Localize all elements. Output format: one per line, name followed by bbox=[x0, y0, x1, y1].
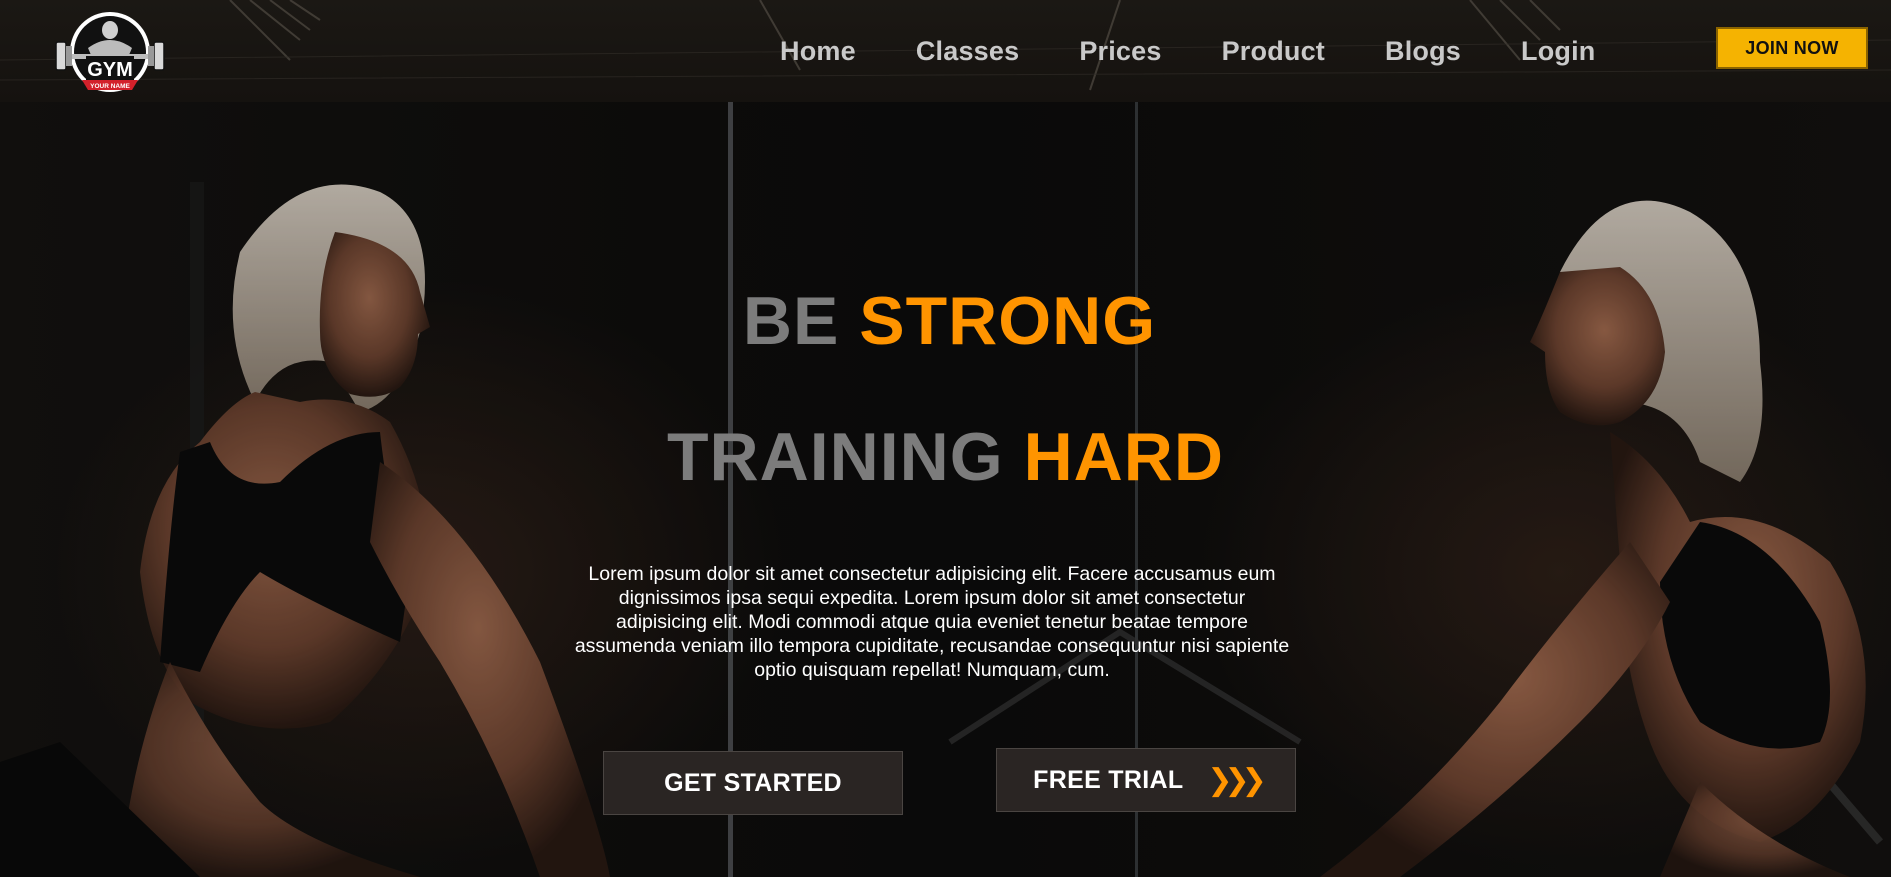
headline-hard: HARD bbox=[1023, 419, 1224, 495]
free-trial-button[interactable]: FREE TRIAL ❯❯❯ bbox=[996, 748, 1296, 812]
gym-logo-emblem: GYM YOUR NAME bbox=[55, 12, 165, 92]
gym-landing-page: GYM YOUR NAME Home Classes Prices Produc… bbox=[0, 0, 1891, 877]
gym-logo[interactable]: GYM YOUR NAME bbox=[52, 8, 168, 96]
nav-prices[interactable]: Prices bbox=[1079, 36, 1161, 67]
navbar: GYM YOUR NAME Home Classes Prices Produc… bbox=[0, 0, 1891, 102]
headline-line-2: TRAINING HARD bbox=[0, 418, 1891, 496]
logo-text: GYM bbox=[87, 59, 133, 81]
free-trial-label: FREE TRIAL bbox=[1033, 765, 1184, 794]
join-now-button[interactable]: JOIN NOW bbox=[1716, 27, 1868, 69]
double-chevron-right-icon: ❯❯❯ bbox=[1207, 763, 1266, 797]
get-started-button[interactable]: GET STARTED bbox=[603, 751, 903, 815]
headline-line-1: BE STRONG bbox=[4, 282, 1891, 360]
nav-classes[interactable]: Classes bbox=[916, 36, 1019, 67]
main-nav: Home Classes Prices Product Blogs Login bbox=[780, 0, 1596, 102]
nav-login[interactable]: Login bbox=[1521, 36, 1595, 67]
get-started-label: GET STARTED bbox=[664, 768, 842, 797]
headline-training: TRAINING bbox=[667, 419, 1004, 495]
hero-description: Lorem ipsum dolor sit amet consectetur a… bbox=[574, 563, 1290, 681]
logo-subtext: YOUR NAME bbox=[90, 83, 130, 90]
headline-strong: STRONG bbox=[859, 283, 1157, 359]
nav-home[interactable]: Home bbox=[780, 36, 856, 67]
nav-product[interactable]: Product bbox=[1222, 36, 1325, 67]
headline-be: BE bbox=[742, 283, 840, 359]
nav-blogs[interactable]: Blogs bbox=[1385, 36, 1461, 67]
hero-section: BE STRONG TRAINING HARD Lorem ipsum dolo… bbox=[0, 102, 1891, 877]
